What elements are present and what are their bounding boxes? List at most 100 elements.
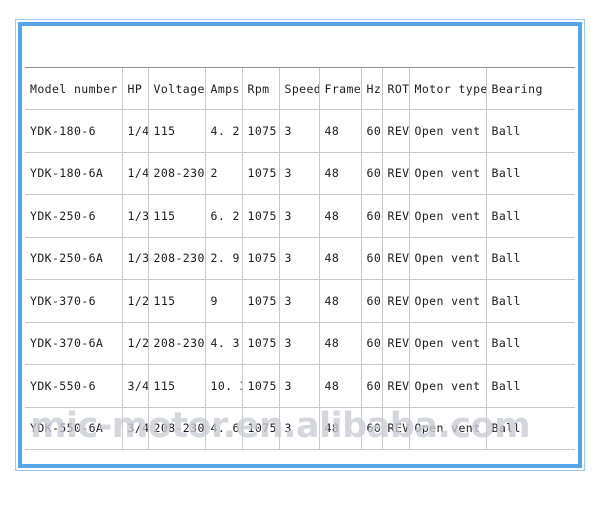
cell-amps: 2 [205, 152, 243, 195]
cell-hp: 1/4 [122, 152, 149, 195]
cell-motor-type: Open vent [409, 279, 487, 323]
cell-voltage: 115 [148, 194, 206, 238]
cell-motor-type: Open vent [409, 364, 487, 408]
cell-model-number: YDK-550-6A [25, 407, 123, 450]
cell-speed: 3 [279, 279, 320, 323]
cell-hz: 60 [361, 109, 383, 153]
cell-rot: REV [382, 322, 410, 365]
cell-model-number: YDK-180-6 [25, 109, 123, 153]
table-row: YDK-370-6 1/2 115 9 1075 3 48 60 REV Ope… [25, 279, 575, 323]
cell-frame: 48 [319, 109, 362, 153]
cell-rpm: 1075 [242, 322, 280, 365]
cell-frame: 48 [319, 322, 362, 365]
cell-frame: 48 [319, 364, 362, 408]
cell-amps: 4. 6 [205, 407, 243, 450]
column-header-voltage: Voltage [148, 67, 206, 110]
cell-voltage: 115 [148, 279, 206, 323]
cell-rpm: 1075 [242, 237, 280, 280]
cell-hp: 1/2 [122, 279, 149, 323]
cell-hp: 1/3 [122, 194, 149, 238]
column-header-hz: Hz [361, 67, 383, 110]
cell-amps: 9 [205, 279, 243, 323]
cell-speed: 3 [279, 407, 320, 450]
cell-rot: REV [382, 407, 410, 450]
column-header-hp: HP [122, 67, 149, 110]
table-top-spacer-row [25, 29, 575, 68]
bottom-spacer-cell [25, 450, 575, 462]
cell-bearing: Ball [486, 279, 575, 323]
cell-model-number: YDK-550-6 [25, 364, 123, 408]
cell-bearing: Ball [486, 407, 575, 450]
spec-table-container: Model number HP Voltage Amps Rpm Speed F… [25, 29, 575, 461]
cell-voltage: 208-230 [148, 407, 206, 450]
cell-frame: 48 [319, 194, 362, 238]
cell-frame: 48 [319, 237, 362, 280]
cell-hp: 3/4 [122, 407, 149, 450]
cell-hz: 60 [361, 322, 383, 365]
cell-frame: 48 [319, 279, 362, 323]
cell-hz: 60 [361, 237, 383, 280]
cell-speed: 3 [279, 194, 320, 238]
cell-hp: 1/2 [122, 322, 149, 365]
column-header-rpm: Rpm [242, 67, 280, 110]
cell-rot: REV [382, 364, 410, 408]
table-row: YDK-550-6A 3/4 208-230 4. 6 1075 3 48 60… [25, 407, 575, 450]
cell-hz: 60 [361, 194, 383, 238]
cell-speed: 3 [279, 364, 320, 408]
column-header-amps: Amps [205, 67, 243, 110]
cell-speed: 3 [279, 109, 320, 153]
table-row: YDK-250-6 1/3 115 6. 2 1075 3 48 60 REV … [25, 194, 575, 238]
cell-voltage: 208-230 [148, 237, 206, 280]
cell-rot: REV [382, 279, 410, 323]
table-bottom-spacer-row [25, 450, 575, 462]
cell-bearing: Ball [486, 109, 575, 153]
cell-amps: 2. 9 [205, 237, 243, 280]
cell-motor-type: Open vent [409, 237, 487, 280]
cell-voltage: 208-230 [148, 152, 206, 195]
cell-motor-type: Open vent [409, 152, 487, 195]
cell-model-number: YDK-250-6A [25, 237, 123, 280]
cell-speed: 3 [279, 322, 320, 365]
cell-rpm: 1075 [242, 109, 280, 153]
cell-rot: REV [382, 109, 410, 153]
column-header-model-number: Model number [25, 67, 123, 110]
table-row: YDK-370-6A 1/2 208-230 4. 3 1075 3 48 60… [25, 322, 575, 365]
cell-rpm: 1075 [242, 194, 280, 238]
cell-bearing: Ball [486, 237, 575, 280]
table-row: YDK-180-6A 1/4 208-230 2 1075 3 48 60 RE… [25, 152, 575, 195]
table-row: YDK-250-6A 1/3 208-230 2. 9 1075 3 48 60… [25, 237, 575, 280]
cell-frame: 48 [319, 407, 362, 450]
cell-motor-type: Open vent [409, 194, 487, 238]
cell-model-number: YDK-180-6A [25, 152, 123, 195]
cell-voltage: 115 [148, 109, 206, 153]
cell-rpm: 1075 [242, 407, 280, 450]
cell-amps: 4. 3 [205, 322, 243, 365]
column-header-speed: Speed [279, 67, 320, 110]
motor-spec-table: Model number HP Voltage Amps Rpm Speed F… [25, 29, 575, 461]
cell-hp: 3/4 [122, 364, 149, 408]
cell-rot: REV [382, 194, 410, 238]
cell-bearing: Ball [486, 152, 575, 195]
cell-rot: REV [382, 237, 410, 280]
cell-frame: 48 [319, 152, 362, 195]
cell-amps: 10. 3 [205, 364, 243, 408]
table-header-row: Model number HP Voltage Amps Rpm Speed F… [25, 67, 575, 110]
cell-hp: 1/4 [122, 109, 149, 153]
column-header-rot: ROT [382, 67, 410, 110]
cell-motor-type: Open vent [409, 109, 487, 153]
table-row: YDK-550-6 3/4 115 10. 3 1075 3 48 60 REV… [25, 364, 575, 408]
cell-model-number: YDK-250-6 [25, 194, 123, 238]
cell-hz: 60 [361, 152, 383, 195]
cell-rpm: 1075 [242, 279, 280, 323]
cell-model-number: YDK-370-6 [25, 279, 123, 323]
cell-amps: 6. 2 [205, 194, 243, 238]
cell-rot: REV [382, 152, 410, 195]
column-header-motor-type: Motor type [409, 67, 487, 110]
column-header-frame: Frame [319, 67, 362, 110]
cell-hz: 60 [361, 279, 383, 323]
cell-bearing: Ball [486, 322, 575, 365]
cell-bearing: Ball [486, 364, 575, 408]
top-spacer-cell [25, 29, 575, 68]
cell-hz: 60 [361, 364, 383, 408]
cell-voltage: 208-230 [148, 322, 206, 365]
